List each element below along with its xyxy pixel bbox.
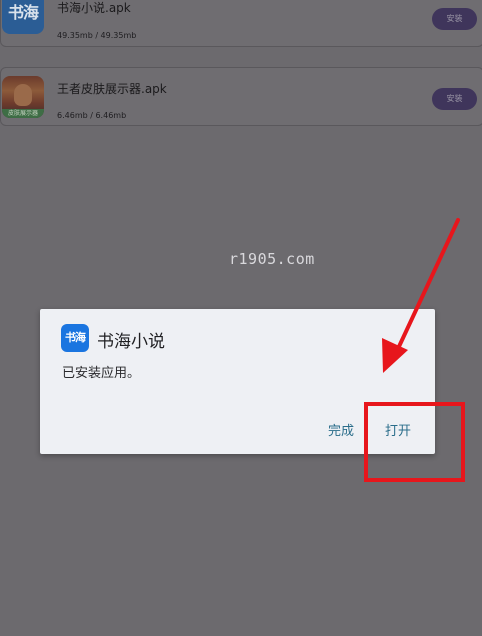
download-item[interactable]: 皮肤展示器 王者皮肤展示器.apk 6.46mb / 6.46mb 安装: [0, 67, 482, 126]
done-button[interactable]: 完成: [328, 420, 354, 439]
install-complete-dialog: 书海 书海小说 已安装应用。 完成 打开: [40, 309, 435, 454]
shuhai-app-icon: 书海: [2, 0, 44, 34]
dialog-message: 已安装应用。: [62, 366, 141, 381]
download-item-name: 王者皮肤展示器.apk: [57, 82, 167, 96]
download-item-name: 书海小说.apk: [57, 1, 131, 15]
character-portrait: [14, 84, 32, 106]
download-item-size: 6.46mb / 6.46mb: [57, 111, 127, 120]
download-item[interactable]: 书海 书海小说.apk 49.35mb / 49.35mb 安装: [0, 0, 482, 47]
dialog-title: 书海小说: [97, 332, 165, 352]
game-character-app-icon: 皮肤展示器: [2, 76, 44, 118]
app-icon-ribbon: 皮肤展示器: [2, 109, 44, 118]
install-button[interactable]: 安装: [432, 8, 477, 30]
open-button[interactable]: 打开: [385, 420, 411, 439]
shuhai-app-icon: 书海: [61, 324, 89, 352]
watermark-text: r1905.com: [229, 250, 315, 268]
install-button[interactable]: 安装: [432, 88, 477, 110]
download-item-size: 49.35mb / 49.35mb: [57, 31, 137, 40]
